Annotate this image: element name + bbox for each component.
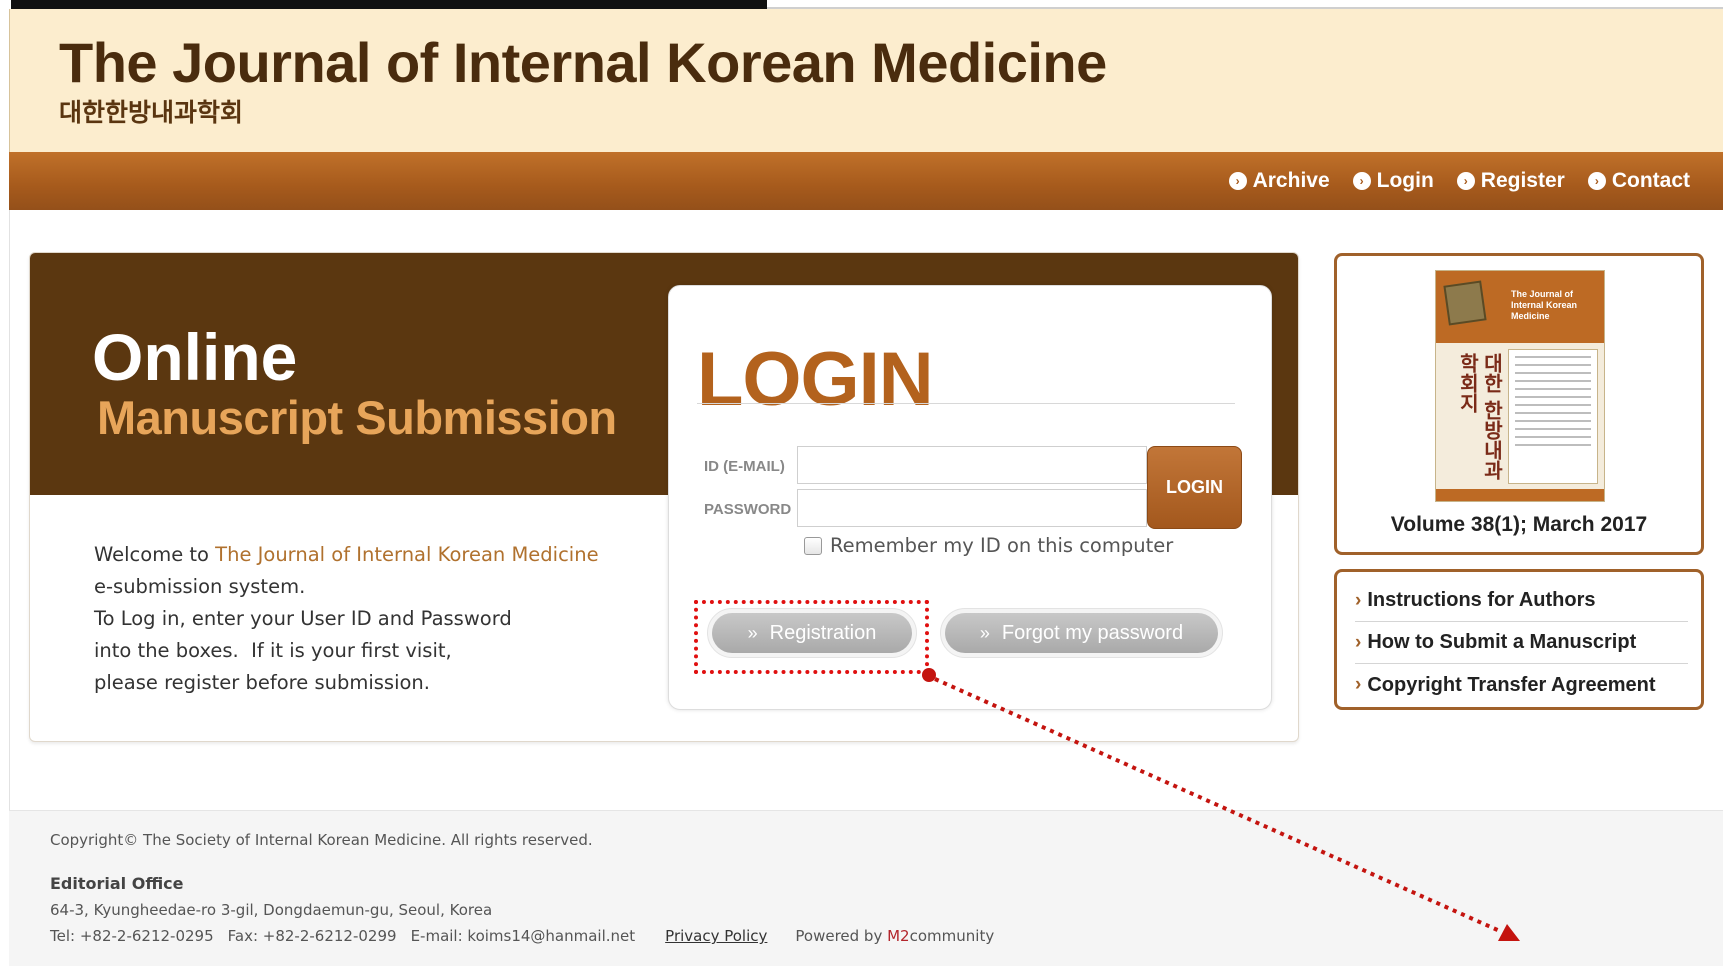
- chevron-right-circle-icon: ›: [1587, 172, 1606, 190]
- welcome-line2: To Log in, enter your User ID and Passwo…: [94, 607, 512, 630]
- welcome-line3: into the boxes. If it is your first visi…: [94, 639, 452, 662]
- nav-archive-label: Archive: [1252, 169, 1330, 192]
- site-header: The Journal of Internal Korean Medicine …: [9, 9, 1723, 152]
- welcome-journal-name: The Journal of Internal Korean Medicine: [215, 543, 599, 566]
- cover-header: The Journal of Internal Korean Medicine: [1436, 271, 1604, 343]
- login-button[interactable]: LOGIN: [1147, 446, 1242, 529]
- site-subtitle-korean: 대한한방내과학회: [59, 99, 244, 127]
- powered-prefix: Powered by: [795, 927, 888, 945]
- chevron-right-icon: ›: [1355, 589, 1362, 611]
- top-black-bar: [11, 0, 767, 9]
- nav-menu: › Archive › Login › Register › Contact: [1228, 152, 1690, 210]
- id-email-input[interactable]: [797, 446, 1147, 484]
- link-how-to-submit-label: How to Submit a Manuscript: [1367, 631, 1637, 653]
- cover-contents-list: [1508, 349, 1598, 484]
- chevron-right-circle-icon: ›: [1352, 172, 1371, 190]
- powered-by[interactable]: Powered by M2community: [795, 927, 994, 945]
- link-instructions-label: Instructions for Authors: [1367, 589, 1596, 611]
- login-divider: [697, 403, 1235, 404]
- powered-rest: community: [909, 927, 995, 945]
- nav-register-label: Register: [1480, 169, 1565, 192]
- cover-journal-title: The Journal of Internal Korean Medicine: [1511, 289, 1578, 321]
- remember-id[interactable]: Remember my ID on this computer: [804, 534, 1173, 557]
- forgot-password-button-wrap: » Forgot my password: [940, 608, 1223, 658]
- site-title[interactable]: The Journal of Internal Korean Medicine: [59, 30, 1107, 95]
- footer-tel: Tel: +82-2-6212-0295: [50, 927, 214, 945]
- link-copyright-agreement[interactable]: › Copyright Transfer Agreement: [1355, 664, 1688, 706]
- welcome-line1: e-submission system.: [94, 575, 306, 598]
- nav-contact[interactable]: › Contact: [1587, 169, 1690, 193]
- welcome-line4: please register before submission.: [94, 671, 430, 694]
- author-links-box: › Instructions for Authors › How to Submit…: [1334, 569, 1704, 710]
- nav-login[interactable]: › Login: [1352, 169, 1434, 193]
- current-issue-box: The Journal of Internal Korean Medicine …: [1334, 253, 1704, 555]
- nav-contact-label: Contact: [1611, 169, 1690, 192]
- volume-label[interactable]: Volume 38(1); March 2017: [1337, 513, 1701, 537]
- hero-title: Online: [92, 320, 298, 394]
- double-chevron-right-icon: »: [979, 622, 990, 643]
- forgot-password-label: Forgot my password: [1001, 621, 1184, 644]
- footer-email: E-mail: koims14@hanmail.net: [410, 927, 636, 945]
- forgot-password-button[interactable]: » Forgot my password: [945, 613, 1218, 653]
- powered-m2: M2: [887, 927, 910, 945]
- footer-copyright: Copyright© The Society of Internal Korea…: [50, 831, 593, 849]
- footer-contact-row: Tel: +82-2-6212-0295 Fax: +82-2-6212-029…: [50, 927, 994, 945]
- link-instructions-for-authors[interactable]: › Instructions for Authors: [1355, 580, 1688, 622]
- id-label: ID (E-MAIL): [704, 458, 785, 475]
- login-heading: LOGIN: [697, 337, 934, 422]
- cover-emblem-icon: [1443, 280, 1487, 326]
- chevron-right-circle-icon: ›: [1228, 172, 1247, 190]
- chevron-right-icon: ›: [1355, 631, 1362, 653]
- chevron-right-circle-icon: ›: [1456, 172, 1475, 190]
- privacy-policy-link[interactable]: Privacy Policy: [665, 927, 767, 945]
- main-navbar: › Archive › Login › Register › Contact: [9, 152, 1723, 210]
- link-how-to-submit[interactable]: › How to Submit a Manuscript: [1355, 622, 1688, 664]
- nav-archive[interactable]: › Archive: [1228, 169, 1330, 193]
- hero-subtitle: Manuscript Submission: [97, 391, 617, 444]
- welcome-prefix: Welcome to: [94, 543, 216, 566]
- cover-footer: [1436, 489, 1604, 501]
- journal-cover-image[interactable]: The Journal of Internal Korean Medicine …: [1435, 270, 1605, 502]
- link-copyright-label: Copyright Transfer Agreement: [1367, 673, 1656, 696]
- site-footer: Copyright© The Society of Internal Korea…: [9, 810, 1723, 966]
- page-left-border: [9, 210, 10, 810]
- nav-login-label: Login: [1376, 169, 1434, 192]
- chevron-right-icon: ›: [1355, 674, 1362, 695]
- remember-label: Remember my ID on this computer: [830, 534, 1174, 557]
- footer-fax: Fax: +82-2-6212-0299: [227, 927, 397, 945]
- remember-checkbox[interactable]: [804, 536, 822, 555]
- cover-korean-title: 대한 한방내과 학회지: [1456, 353, 1504, 480]
- nav-register[interactable]: › Register: [1456, 169, 1565, 193]
- footer-address: 64-3, Kyungheedae-ro 3-gil, Dongdaemun-g…: [50, 901, 493, 919]
- registration-highlight-annotation: [694, 600, 929, 674]
- password-label: PASSWORD: [704, 501, 792, 518]
- password-input[interactable]: [797, 489, 1147, 527]
- welcome-text: Welcome to The Journal of Internal Korea…: [94, 539, 614, 699]
- footer-office-title: Editorial Office: [50, 874, 184, 893]
